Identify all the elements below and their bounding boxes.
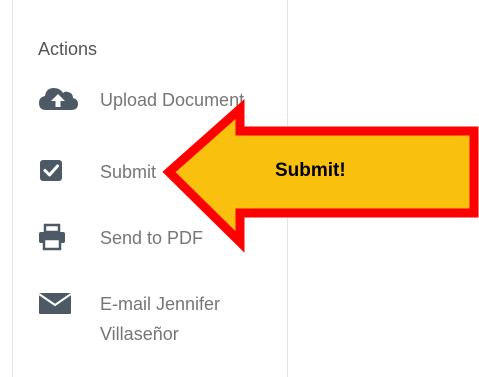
callout-text: Submit! bbox=[275, 160, 346, 181]
actions-title: Actions bbox=[38, 39, 98, 59]
send-to-pdf-label: Send to PDF bbox=[100, 228, 204, 248]
upload-document-label: Upload Document bbox=[100, 90, 245, 110]
envelope-icon bbox=[38, 289, 82, 315]
printer-icon bbox=[38, 223, 82, 251]
email-label: E-mail Jennifer Villaseñor bbox=[100, 294, 221, 344]
page: Actions Upload Document Submit Send to P… bbox=[0, 0, 479, 377]
checkbox-checked-icon bbox=[38, 157, 82, 183]
cloud-upload-icon bbox=[38, 85, 82, 111]
actions-panel: Actions Upload Document Submit Send to P… bbox=[12, 0, 288, 377]
submit-label: Submit bbox=[100, 162, 157, 182]
